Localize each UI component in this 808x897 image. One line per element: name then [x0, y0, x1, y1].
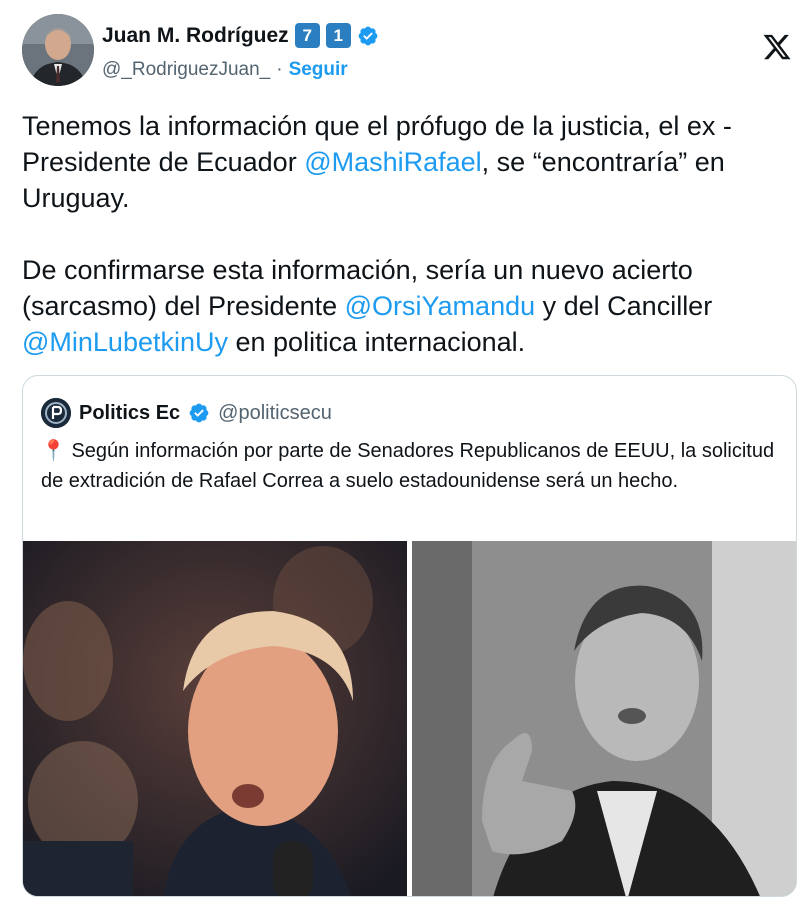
- tweet-text-segment: y del Canciller: [535, 291, 720, 321]
- quote-body: 📍 Según información por parte de Senador…: [41, 436, 781, 496]
- author-name-row: Juan M. Rodríguez 7 1: [102, 23, 379, 48]
- separator-dot: ·: [276, 59, 283, 80]
- quote-avatar: [41, 398, 71, 428]
- tweet-text-segment: en politica internacional.: [228, 327, 526, 357]
- badge-7: 7: [294, 23, 320, 48]
- verified-badge-icon: [358, 26, 378, 45]
- quote-header: Politics Ec @politicsecu: [41, 398, 332, 428]
- pin-icon: 📍: [41, 440, 66, 462]
- mention-minlubetkinuy[interactable]: @MinLubetkinUy: [22, 327, 228, 357]
- quote-image-right[interactable]: [411, 541, 797, 896]
- quote-text: Según información por parte de Senadores…: [41, 440, 775, 492]
- author-avatar[interactable]: [22, 14, 94, 86]
- quoted-tweet[interactable]: Politics Ec @politicsecu 📍 Según informa…: [22, 375, 797, 897]
- tweet-body: Tenemos la información que el prófugo de…: [22, 108, 802, 360]
- x-logo-icon[interactable]: [762, 32, 792, 62]
- author-name[interactable]: Juan M. Rodríguez: [102, 24, 289, 48]
- follow-button[interactable]: Seguir: [289, 59, 348, 81]
- badge-1: 1: [325, 23, 351, 48]
- quote-verified-badge-icon: [189, 403, 209, 423]
- quote-image-left[interactable]: [23, 541, 408, 896]
- quote-author-name: Politics Ec: [79, 401, 181, 424]
- tweet-header: Juan M. Rodríguez 7 1 @_RodriguezJuan_ ·…: [22, 14, 808, 90]
- author-handle[interactable]: @_RodriguezJuan_: [102, 59, 270, 81]
- quote-media: [23, 541, 797, 896]
- author-handle-row: @_RodriguezJuan_ · Seguir: [102, 59, 348, 81]
- mention-orsiyamandu[interactable]: @OrsiYamandu: [345, 291, 535, 321]
- quote-author-handle: @politicsecu: [218, 401, 332, 424]
- mention-mashirafael[interactable]: @MashiRafael: [304, 147, 481, 177]
